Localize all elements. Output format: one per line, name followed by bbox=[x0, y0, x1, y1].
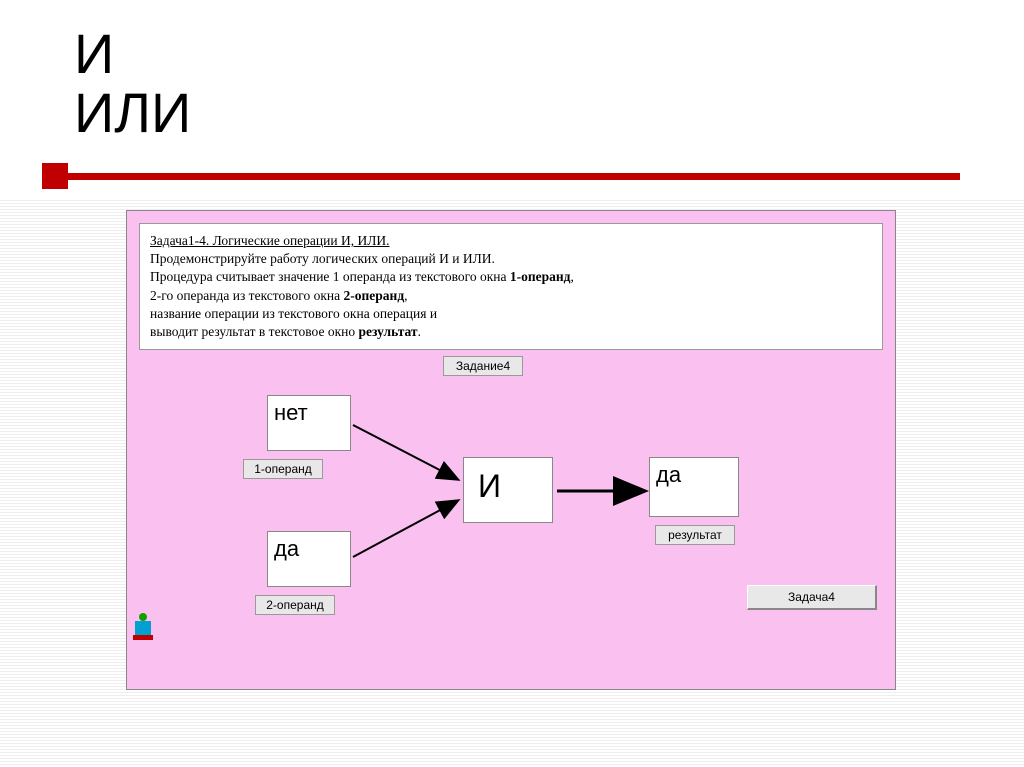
label-operand-2: 2-операнд bbox=[255, 595, 335, 615]
task-line-1: Продемонстрируйте работу логических опер… bbox=[150, 251, 495, 266]
result-output: да bbox=[649, 457, 739, 517]
task-line-3c: , bbox=[404, 288, 407, 303]
operand-2-input[interactable]: да bbox=[267, 531, 351, 587]
task-panel: Задача1-4. Логические операции И, ИЛИ. П… bbox=[126, 210, 896, 690]
task-line-3a: 2-го операнда из текстового окна bbox=[150, 288, 344, 303]
task-line-4: название операции из текстового окна опе… bbox=[150, 306, 437, 321]
task-line-2a: Процедура считывает значение 1 операнда … bbox=[150, 269, 510, 284]
task-line-2c: , bbox=[571, 269, 574, 284]
operation-input[interactable]: И bbox=[463, 457, 553, 523]
task-description-box: Задача1-4. Логические операции И, ИЛИ. П… bbox=[139, 223, 883, 350]
task4-button[interactable]: Задача4 bbox=[747, 585, 877, 610]
sprite-icon bbox=[133, 611, 163, 641]
page-title: И ИЛИ bbox=[74, 25, 191, 143]
task-line-5a: выводит результат в текстовое окно bbox=[150, 324, 358, 339]
label-operand-1: 1-операнд bbox=[243, 459, 323, 479]
label-result: результат bbox=[655, 525, 735, 545]
task-line-5b: результат bbox=[358, 324, 417, 339]
task-line-3b: 2-операнд bbox=[344, 288, 405, 303]
label-zadanie4: Задание4 bbox=[443, 356, 523, 376]
task-line-2b: 1-операнд bbox=[510, 269, 571, 284]
accent-line bbox=[60, 173, 960, 180]
task-link[interactable]: Задача1-4. Логические операции И, ИЛИ. bbox=[150, 233, 389, 248]
operand-1-input[interactable]: нет bbox=[267, 395, 351, 451]
title-line-2: ИЛИ bbox=[74, 84, 191, 143]
task-line-5c: . bbox=[418, 324, 421, 339]
title-line-1: И bbox=[74, 25, 191, 84]
